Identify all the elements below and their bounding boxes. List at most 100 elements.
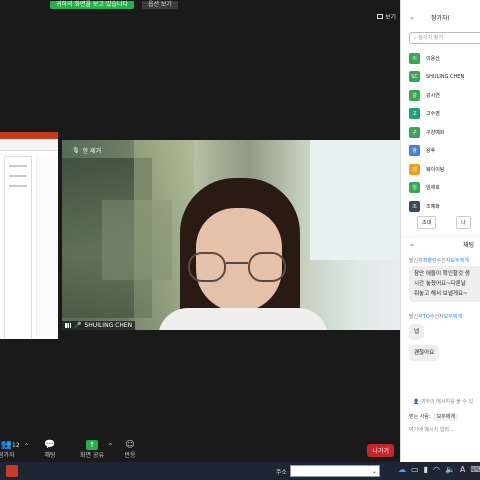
share-screen-icon: ↑ bbox=[86, 440, 98, 450]
participant-name: SHULING CHEN bbox=[426, 73, 465, 80]
chat-message-input[interactable]: 여기에 메시지 입력... bbox=[409, 426, 454, 433]
collapse-chevron-icon[interactable]: ⌄ bbox=[409, 13, 415, 21]
chat-title: 채팅 bbox=[463, 242, 475, 249]
avatar: 이 bbox=[409, 52, 420, 64]
chat-from-line: 발신자TQ수신자모두에게 bbox=[409, 314, 463, 320]
privacy-note: 👤 귀하의 메시지를 볼 수 있 bbox=[413, 399, 474, 405]
reactions-icon: ☺ bbox=[125, 440, 135, 450]
participant-actions: 초대 나 bbox=[417, 216, 471, 229]
person-icon: 👤 bbox=[413, 399, 420, 405]
share-screen-button[interactable]: ↑ 화면 공유 bbox=[80, 440, 104, 459]
powerpoint-titlebar bbox=[0, 132, 58, 139]
participant-list: 이 이용산 SC SHULING CHEN 강 강시연고 고수영구 구강예화왕 왕후웨 웨이이팅임… bbox=[409, 49, 480, 216]
reactions-label: 반응 bbox=[124, 452, 136, 459]
avatar: 웨 bbox=[409, 163, 420, 175]
chat-from-line: 발신자최향란수신자모두에게 bbox=[409, 258, 469, 264]
meeting-area: 귀하의 화면을 보고 있습니다 옵션 보기 보기 🎙 한 제거 🎤 SHUILI… bbox=[0, 0, 400, 464]
chat-message: 넵 bbox=[409, 324, 425, 340]
search-icon: ⌕ bbox=[414, 35, 417, 41]
slide-thumbnail bbox=[4, 156, 32, 339]
participant-search-input[interactable]: ⌕ 참가자 찾기 bbox=[409, 32, 480, 44]
participants-header: ⌄ 참가자( bbox=[401, 0, 480, 34]
participant-name: 이용산 bbox=[426, 55, 440, 62]
leave-button[interactable]: 나가기 bbox=[367, 444, 394, 457]
slide-pane bbox=[36, 156, 58, 336]
avatar: 조 bbox=[409, 200, 420, 212]
participants-count: 12 bbox=[12, 442, 20, 449]
monitor-icon[interactable]: ▭ bbox=[411, 465, 419, 474]
windows-taskbar: 주소 ⌄ ☁ ▭ ▮ ◠ 🔈 A ⌨ bbox=[0, 462, 480, 480]
participant-name: 웨이이팅 bbox=[426, 166, 445, 173]
share-screen-label: 화면 공유 bbox=[80, 452, 104, 459]
participant-item[interactable]: 왕 왕후 bbox=[409, 142, 480, 161]
address-label: 주소 bbox=[276, 469, 288, 476]
participant-name: SHUILING CHEN bbox=[84, 322, 133, 329]
meeting-toolbar: 👥 참가자 12 ^ 💬 채팅 ↑ 화면 공유 ^ ☺ 반응 나가기 bbox=[0, 438, 400, 464]
share-banner: 귀하의 화면을 보고 있습니다 옵션 보기 bbox=[50, 0, 178, 9]
ime-icon[interactable]: A bbox=[460, 465, 465, 474]
participant-video-tile[interactable]: 🎙 한 제거 🎤 SHUILING CHEN bbox=[62, 140, 400, 330]
view-options-button[interactable]: 옵션 보기 bbox=[141, 0, 178, 9]
view-button-label: 보기 bbox=[384, 14, 396, 21]
participant-name: 강시연 bbox=[426, 92, 440, 99]
recipient-dropdown[interactable]: 모두에게 bbox=[433, 413, 459, 421]
mic-muted-icon: 🎤 bbox=[74, 322, 82, 329]
side-panel: ⌄ 참가자( ⌕ 참가자 찾기 이 이용산 SC SHULING CHEN 강 강시연고 고… bbox=[400, 0, 480, 462]
participant-name: 임재호 bbox=[426, 185, 440, 192]
participants-caret-icon[interactable]: ^ bbox=[24, 443, 29, 450]
powerpoint-taskbar-icon[interactable] bbox=[6, 465, 18, 477]
avatar: 구 bbox=[409, 126, 420, 138]
chat-icon: 💬 bbox=[44, 440, 56, 450]
avatar: SC bbox=[409, 71, 420, 83]
cloud-icon[interactable]: ☁ bbox=[398, 465, 406, 474]
participant-name: 구강예화 bbox=[426, 129, 445, 136]
participant-item[interactable]: 조 조예화 bbox=[409, 197, 480, 216]
avatar: 강 bbox=[409, 89, 420, 101]
participant-name: 고수영 bbox=[426, 111, 440, 118]
chat-collapse-chevron-icon[interactable]: ⌄ bbox=[409, 240, 415, 248]
shared-screen-tile[interactable] bbox=[0, 132, 58, 339]
avatar: 임 bbox=[409, 182, 420, 194]
chat-button[interactable]: 💬 채팅 bbox=[44, 440, 56, 459]
dropdown-icon: ⌄ bbox=[371, 468, 377, 475]
chat-label: 채팅 bbox=[44, 452, 56, 459]
glasses-icon bbox=[188, 252, 226, 282]
participant-item[interactable]: 이 이용산 bbox=[409, 49, 480, 68]
signal-icon bbox=[65, 323, 71, 328]
share-status-message: 귀하의 화면을 보고 있습니다 bbox=[50, 0, 134, 9]
keyboard-icon[interactable]: ⌨ bbox=[470, 465, 480, 474]
battery-icon[interactable]: ▮ bbox=[424, 465, 428, 474]
participant-item[interactable]: 임 임재호 bbox=[409, 179, 480, 198]
avatar: 고 bbox=[409, 108, 420, 120]
participant-item[interactable]: 웨 웨이이팅 bbox=[409, 160, 480, 179]
grid-icon bbox=[376, 14, 383, 19]
more-button[interactable]: 나 bbox=[456, 216, 471, 229]
screen: 귀하의 화면을 보고 있습니다 옵션 보기 보기 🎙 한 제거 🎤 SHUILI… bbox=[0, 0, 480, 480]
view-button[interactable]: 보기 bbox=[376, 12, 396, 21]
chat-recipient: 받는 사람: 모두에게 bbox=[409, 413, 459, 421]
invite-button[interactable]: 초대 bbox=[417, 216, 437, 229]
participants-title: 참가자( bbox=[431, 15, 450, 22]
participant-item[interactable]: 고 고수영 bbox=[409, 105, 480, 124]
participants-label: 참가자 bbox=[0, 452, 15, 459]
chat-message: 괜찮아요 bbox=[409, 345, 440, 361]
chat-message: 참안 애들이 확인할것 생 시간 놓쳤어요~다른날 줘놓고 해서 보낼게요~ bbox=[409, 266, 480, 302]
participants-icon: 👥 bbox=[0, 440, 12, 450]
reactions-button[interactable]: ☺ 반응 bbox=[124, 440, 136, 459]
avatar: 왕 bbox=[409, 145, 420, 157]
participant-name: 조예화 bbox=[426, 203, 440, 210]
participant-item[interactable]: SC SHULING CHEN bbox=[409, 68, 480, 87]
mic-icon: 🎙 bbox=[72, 147, 80, 154]
powerpoint-ribbon bbox=[0, 139, 58, 151]
share-caret-icon[interactable]: ^ bbox=[108, 443, 113, 450]
wifi-icon[interactable]: ◠ bbox=[433, 465, 440, 474]
participant-item[interactable]: 구 구강예화 bbox=[409, 123, 480, 142]
volume-icon[interactable]: 🔈 bbox=[445, 465, 455, 474]
system-tray: ☁ ▭ ▮ ◠ 🔈 A ⌨ bbox=[398, 465, 480, 474]
chat-header: ⌄ 채팅 bbox=[401, 236, 480, 250]
participant-name: 왕후 bbox=[426, 148, 436, 155]
participant-item[interactable]: 강 강시연 bbox=[409, 86, 480, 105]
address-toolbar-input[interactable]: ⌄ bbox=[290, 465, 380, 477]
video-name-tag: 🎤 SHUILING CHEN bbox=[62, 321, 136, 330]
video-top-label: 🎙 한 제거 bbox=[72, 147, 102, 155]
